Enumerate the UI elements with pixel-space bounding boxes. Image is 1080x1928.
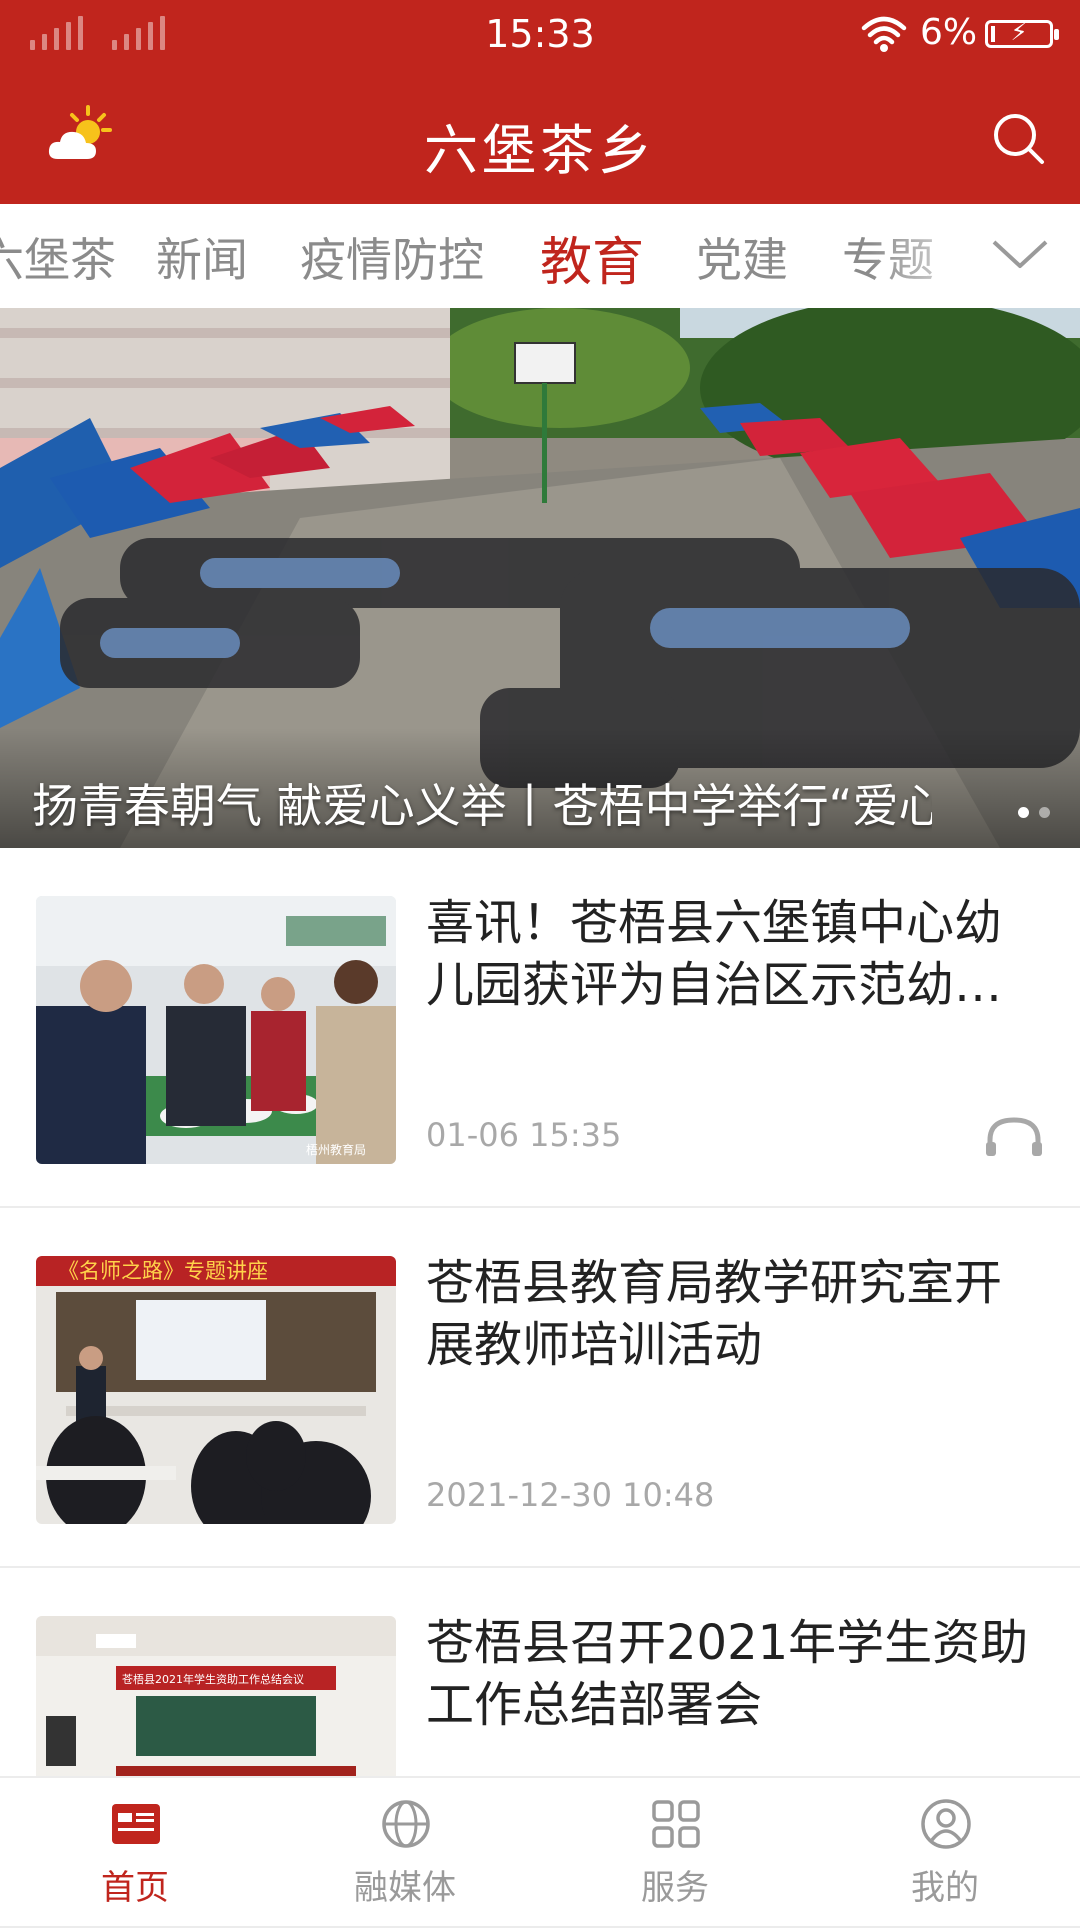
battery-charging-icon: ⚡ [985,18,1059,48]
newspaper-icon [112,1804,160,1844]
news-thumbnail: 《名师之路》专题讲座 [36,1256,396,1524]
nav-home[interactable]: 首页 [0,1778,270,1922]
tab-news[interactable]: 新闻 [156,224,248,290]
nav-media[interactable]: 融媒体 [270,1778,540,1922]
nav-media-label: 融媒体 [354,1868,456,1908]
search-icon[interactable] [992,112,1046,166]
app-header: 15:33 6% ⚡ 六堡茶乡 [0,0,1080,204]
tab-education[interactable]: 教育 [540,220,644,295]
grid-icon [652,1800,700,1848]
chevron-down-icon[interactable] [990,234,1050,274]
news-thumbnail: 梧州教育局 [36,896,396,1164]
nav-mine-label: 我的 [911,1868,979,1908]
news-time: 01-06 15:35 [426,1116,622,1154]
channel-tabs: 六堡茶 新闻 疫情防控 教育 党建 专题 [0,204,1080,308]
svg-text:梧州教育局: 梧州教育局 [306,1142,366,1157]
news-item[interactable]: 《名师之路》专题讲座 苍梧县教育局教学研究室开展教师培训活动 2021-12-3… [0,1208,1080,1568]
headphones-icon[interactable] [984,1114,1044,1160]
nav-mine[interactable]: 我的 [810,1778,1080,1922]
carousel-dot [1039,807,1050,818]
user-icon [921,1799,971,1849]
wifi-icon [861,16,907,52]
svg-text:《名师之路》专题讲座: 《名师之路》专题讲座 [58,1259,268,1283]
news-title[interactable]: 苍梧县召开2021年学生资助工作总结部署会 [426,1612,1048,1736]
banner-carousel[interactable]: 扬青春朝气 献爱心义举丨苍梧中学举行“爱心义卖”活动 [0,308,1080,848]
app-title: 六堡茶乡 [424,119,656,182]
status-bar: 15:33 6% ⚡ [0,0,1080,70]
nav-service-label: 服务 [641,1868,709,1908]
banner-title[interactable]: 扬青春朝气 献爱心义举丨苍梧中学举行“爱心义卖”活动 [32,770,932,836]
globe-icon [382,1800,430,1848]
nav-service[interactable]: 服务 [540,1778,810,1922]
nav-home-label: 首页 [101,1868,169,1908]
tab-epidemic[interactable]: 疫情防控 [300,224,484,290]
news-time: 2021-12-30 10:48 [426,1476,715,1514]
status-time: 15:33 [485,12,595,56]
battery-percent: 6% [920,12,978,53]
carousel-dot-active [1018,807,1029,818]
news-item[interactable]: 梧州教育局 喜讯！苍梧县六堡镇中心幼儿园获评为自治区示范幼儿园 01-06 15… [0,848,1080,1208]
bottom-navigation: 首页 融媒体 服务 我的 [0,1776,1080,1922]
tab-liubao-tea[interactable]: 六堡茶 [0,224,116,290]
news-title[interactable]: 喜讯！苍梧县六堡镇中心幼儿园获评为自治区示范幼儿园 [426,892,1048,1016]
news-title[interactable]: 苍梧县教育局教学研究室开展教师培训活动 [426,1252,1048,1376]
carousel-indicator [1018,807,1050,818]
svg-text:苍梧县2021年学生资助工作总结会议: 苍梧县2021年学生资助工作总结会议 [122,1672,304,1686]
tab-party[interactable]: 党建 [696,224,788,290]
